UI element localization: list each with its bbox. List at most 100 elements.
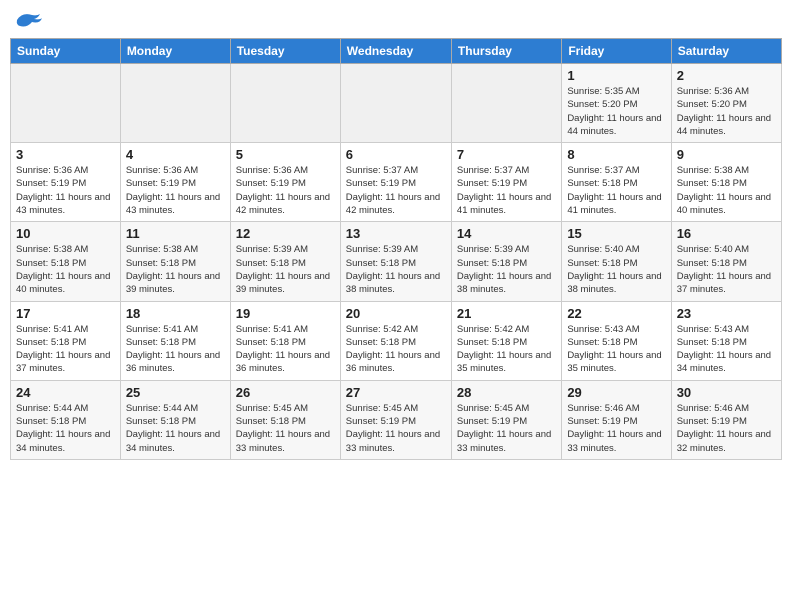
calendar-cell: 30Sunrise: 5:46 AMSunset: 5:19 PMDayligh… <box>671 380 781 459</box>
calendar-cell: 14 Sunrise: 5:39 AMSunset: 5:18 PMDayligh… <box>451 222 561 301</box>
day-number: 22 <box>567 306 665 321</box>
day-info: Sunrise: 5:38 AMSunset: 5:18 PMDaylight:… <box>126 243 225 296</box>
day-number: 24 <box>16 385 115 400</box>
day-info: Sunrise: 5:37 AMSunset: 5:19 PMDaylight:… <box>346 164 446 217</box>
calendar: SundayMondayTuesdayWednesdayThursdayFrid… <box>10 38 782 460</box>
day-number: 28 <box>457 385 556 400</box>
day-info: Sunrise: 5:38 AMSunset: 5:18 PMDaylight:… <box>16 243 115 296</box>
calendar-cell: 13 Sunrise: 5:39 AMSunset: 5:18 PMDayligh… <box>340 222 451 301</box>
day-number: 14 <box>457 226 556 241</box>
day-info: Sunrise: 5:45 AMSunset: 5:19 PMDaylight:… <box>346 402 446 455</box>
calendar-week-row: 10 Sunrise: 5:38 AMSunset: 5:18 PMDayligh… <box>11 222 782 301</box>
day-info: Sunrise: 5:43 AMSunset: 5:18 PMDaylight:… <box>567 323 665 376</box>
calendar-cell: 8 Sunrise: 5:37 AMSunset: 5:18 PMDaylight… <box>562 143 671 222</box>
calendar-cell: 7Sunrise: 5:37 AMSunset: 5:19 PMDaylight… <box>451 143 561 222</box>
day-number: 15 <box>567 226 665 241</box>
day-number: 21 <box>457 306 556 321</box>
calendar-cell: 24 Sunrise: 5:44 AMSunset: 5:18 PMDayligh… <box>11 380 121 459</box>
day-info: Sunrise: 5:36 AMSunset: 5:19 PMDaylight:… <box>16 164 115 217</box>
calendar-cell: 1 Sunrise: 5:35 AMSunset: 5:20 PMDaylight… <box>562 64 671 143</box>
calendar-cell: 16Sunrise: 5:40 AMSunset: 5:18 PMDayligh… <box>671 222 781 301</box>
calendar-header-monday: Monday <box>120 39 230 64</box>
day-info: Sunrise: 5:41 AMSunset: 5:18 PMDaylight:… <box>126 323 225 376</box>
day-number: 17 <box>16 306 115 321</box>
day-info: Sunrise: 5:37 AMSunset: 5:18 PMDaylight:… <box>567 164 665 217</box>
day-number: 8 <box>567 147 665 162</box>
day-number: 7 <box>457 147 556 162</box>
calendar-cell: 20 Sunrise: 5:42 AMSunset: 5:18 PMDayligh… <box>340 301 451 380</box>
calendar-cell: 6 Sunrise: 5:37 AMSunset: 5:19 PMDaylight… <box>340 143 451 222</box>
calendar-cell: 4 Sunrise: 5:36 AMSunset: 5:19 PMDaylight… <box>120 143 230 222</box>
calendar-header-row: SundayMondayTuesdayWednesdayThursdayFrid… <box>11 39 782 64</box>
day-info: Sunrise: 5:41 AMSunset: 5:18 PMDaylight:… <box>236 323 335 376</box>
day-info: Sunrise: 5:39 AMSunset: 5:18 PMDaylight:… <box>346 243 446 296</box>
day-info: Sunrise: 5:39 AMSunset: 5:18 PMDaylight:… <box>457 243 556 296</box>
calendar-cell: 25 Sunrise: 5:44 AMSunset: 5:18 PMDayligh… <box>120 380 230 459</box>
day-info: Sunrise: 5:45 AMSunset: 5:18 PMDaylight:… <box>236 402 335 455</box>
calendar-cell <box>451 64 561 143</box>
calendar-cell: 2 Sunrise: 5:36 AMSunset: 5:20 PMDaylight… <box>671 64 781 143</box>
day-info: Sunrise: 5:42 AMSunset: 5:18 PMDaylight:… <box>457 323 556 376</box>
calendar-cell: 10 Sunrise: 5:38 AMSunset: 5:18 PMDayligh… <box>11 222 121 301</box>
day-number: 2 <box>677 68 776 83</box>
day-info: Sunrise: 5:40 AMSunset: 5:18 PMDaylight:… <box>567 243 665 296</box>
day-info: Sunrise: 5:46 AMSunset: 5:19 PMDaylight:… <box>677 402 776 455</box>
day-info: Sunrise: 5:36 AMSunset: 5:20 PMDaylight:… <box>677 85 776 138</box>
day-number: 6 <box>346 147 446 162</box>
calendar-week-row: 1 Sunrise: 5:35 AMSunset: 5:20 PMDaylight… <box>11 64 782 143</box>
day-info: Sunrise: 5:40 AMSunset: 5:18 PMDaylight:… <box>677 243 776 296</box>
day-info: Sunrise: 5:45 AMSunset: 5:19 PMDaylight:… <box>457 402 556 455</box>
calendar-cell <box>11 64 121 143</box>
calendar-cell <box>230 64 340 143</box>
day-number: 11 <box>126 226 225 241</box>
calendar-cell: 28 Sunrise: 5:45 AMSunset: 5:19 PMDayligh… <box>451 380 561 459</box>
day-number: 3 <box>16 147 115 162</box>
calendar-cell <box>340 64 451 143</box>
day-info: Sunrise: 5:44 AMSunset: 5:18 PMDaylight:… <box>16 402 115 455</box>
day-number: 5 <box>236 147 335 162</box>
calendar-cell: 23Sunrise: 5:43 AMSunset: 5:18 PMDayligh… <box>671 301 781 380</box>
day-number: 25 <box>126 385 225 400</box>
day-info: Sunrise: 5:42 AMSunset: 5:18 PMDaylight:… <box>346 323 446 376</box>
day-info: Sunrise: 5:36 AMSunset: 5:19 PMDaylight:… <box>236 164 335 217</box>
day-info: Sunrise: 5:44 AMSunset: 5:18 PMDaylight:… <box>126 402 225 455</box>
calendar-cell: 3 Sunrise: 5:36 AMSunset: 5:19 PMDaylight… <box>11 143 121 222</box>
day-number: 4 <box>126 147 225 162</box>
calendar-cell: 22 Sunrise: 5:43 AMSunset: 5:18 PMDayligh… <box>562 301 671 380</box>
calendar-cell: 17Sunrise: 5:41 AMSunset: 5:18 PMDayligh… <box>11 301 121 380</box>
day-number: 26 <box>236 385 335 400</box>
calendar-cell: 9 Sunrise: 5:38 AMSunset: 5:18 PMDaylight… <box>671 143 781 222</box>
calendar-cell: 15 Sunrise: 5:40 AMSunset: 5:18 PMDayligh… <box>562 222 671 301</box>
day-number: 9 <box>677 147 776 162</box>
day-info: Sunrise: 5:35 AMSunset: 5:20 PMDaylight:… <box>567 85 665 138</box>
logo-bird-icon <box>12 10 42 30</box>
day-number: 10 <box>16 226 115 241</box>
calendar-header-thursday: Thursday <box>451 39 561 64</box>
calendar-header-sunday: Sunday <box>11 39 121 64</box>
calendar-cell: 19Sunrise: 5:41 AMSunset: 5:18 PMDayligh… <box>230 301 340 380</box>
calendar-cell <box>120 64 230 143</box>
day-number: 20 <box>346 306 446 321</box>
header <box>10 10 782 30</box>
calendar-header-saturday: Saturday <box>671 39 781 64</box>
calendar-week-row: 17 Sunrise: 5:41 AMSunset: 5:18 PMDayligh… <box>11 301 782 380</box>
day-number: 13 <box>346 226 446 241</box>
calendar-cell: 27Sunrise: 5:45 AMSunset: 5:19 PMDayligh… <box>340 380 451 459</box>
calendar-header-wednesday: Wednesday <box>340 39 451 64</box>
calendar-cell: 21 Sunrise: 5:42 AMSunset: 5:18 PMDayligh… <box>451 301 561 380</box>
calendar-cell: 18 Sunrise: 5:41 AMSunset: 5:18 PMDayligh… <box>120 301 230 380</box>
day-info: Sunrise: 5:36 AMSunset: 5:19 PMDaylight:… <box>126 164 225 217</box>
calendar-week-row: 24 Sunrise: 5:44 AMSunset: 5:18 PMDayligh… <box>11 380 782 459</box>
day-info: Sunrise: 5:39 AMSunset: 5:18 PMDaylight:… <box>236 243 335 296</box>
day-number: 12 <box>236 226 335 241</box>
calendar-cell: 29Sunrise: 5:46 AMSunset: 5:19 PMDayligh… <box>562 380 671 459</box>
calendar-cell: 5 Sunrise: 5:36 AMSunset: 5:19 PMDaylight… <box>230 143 340 222</box>
logo <box>10 10 42 30</box>
day-number: 1 <box>567 68 665 83</box>
calendar-cell: 12 Sunrise: 5:39 AMSunset: 5:18 PMDayligh… <box>230 222 340 301</box>
calendar-cell: 26 Sunrise: 5:45 AMSunset: 5:18 PMDayligh… <box>230 380 340 459</box>
day-number: 23 <box>677 306 776 321</box>
day-info: Sunrise: 5:46 AMSunset: 5:19 PMDaylight:… <box>567 402 665 455</box>
day-number: 18 <box>126 306 225 321</box>
day-info: Sunrise: 5:38 AMSunset: 5:18 PMDaylight:… <box>677 164 776 217</box>
